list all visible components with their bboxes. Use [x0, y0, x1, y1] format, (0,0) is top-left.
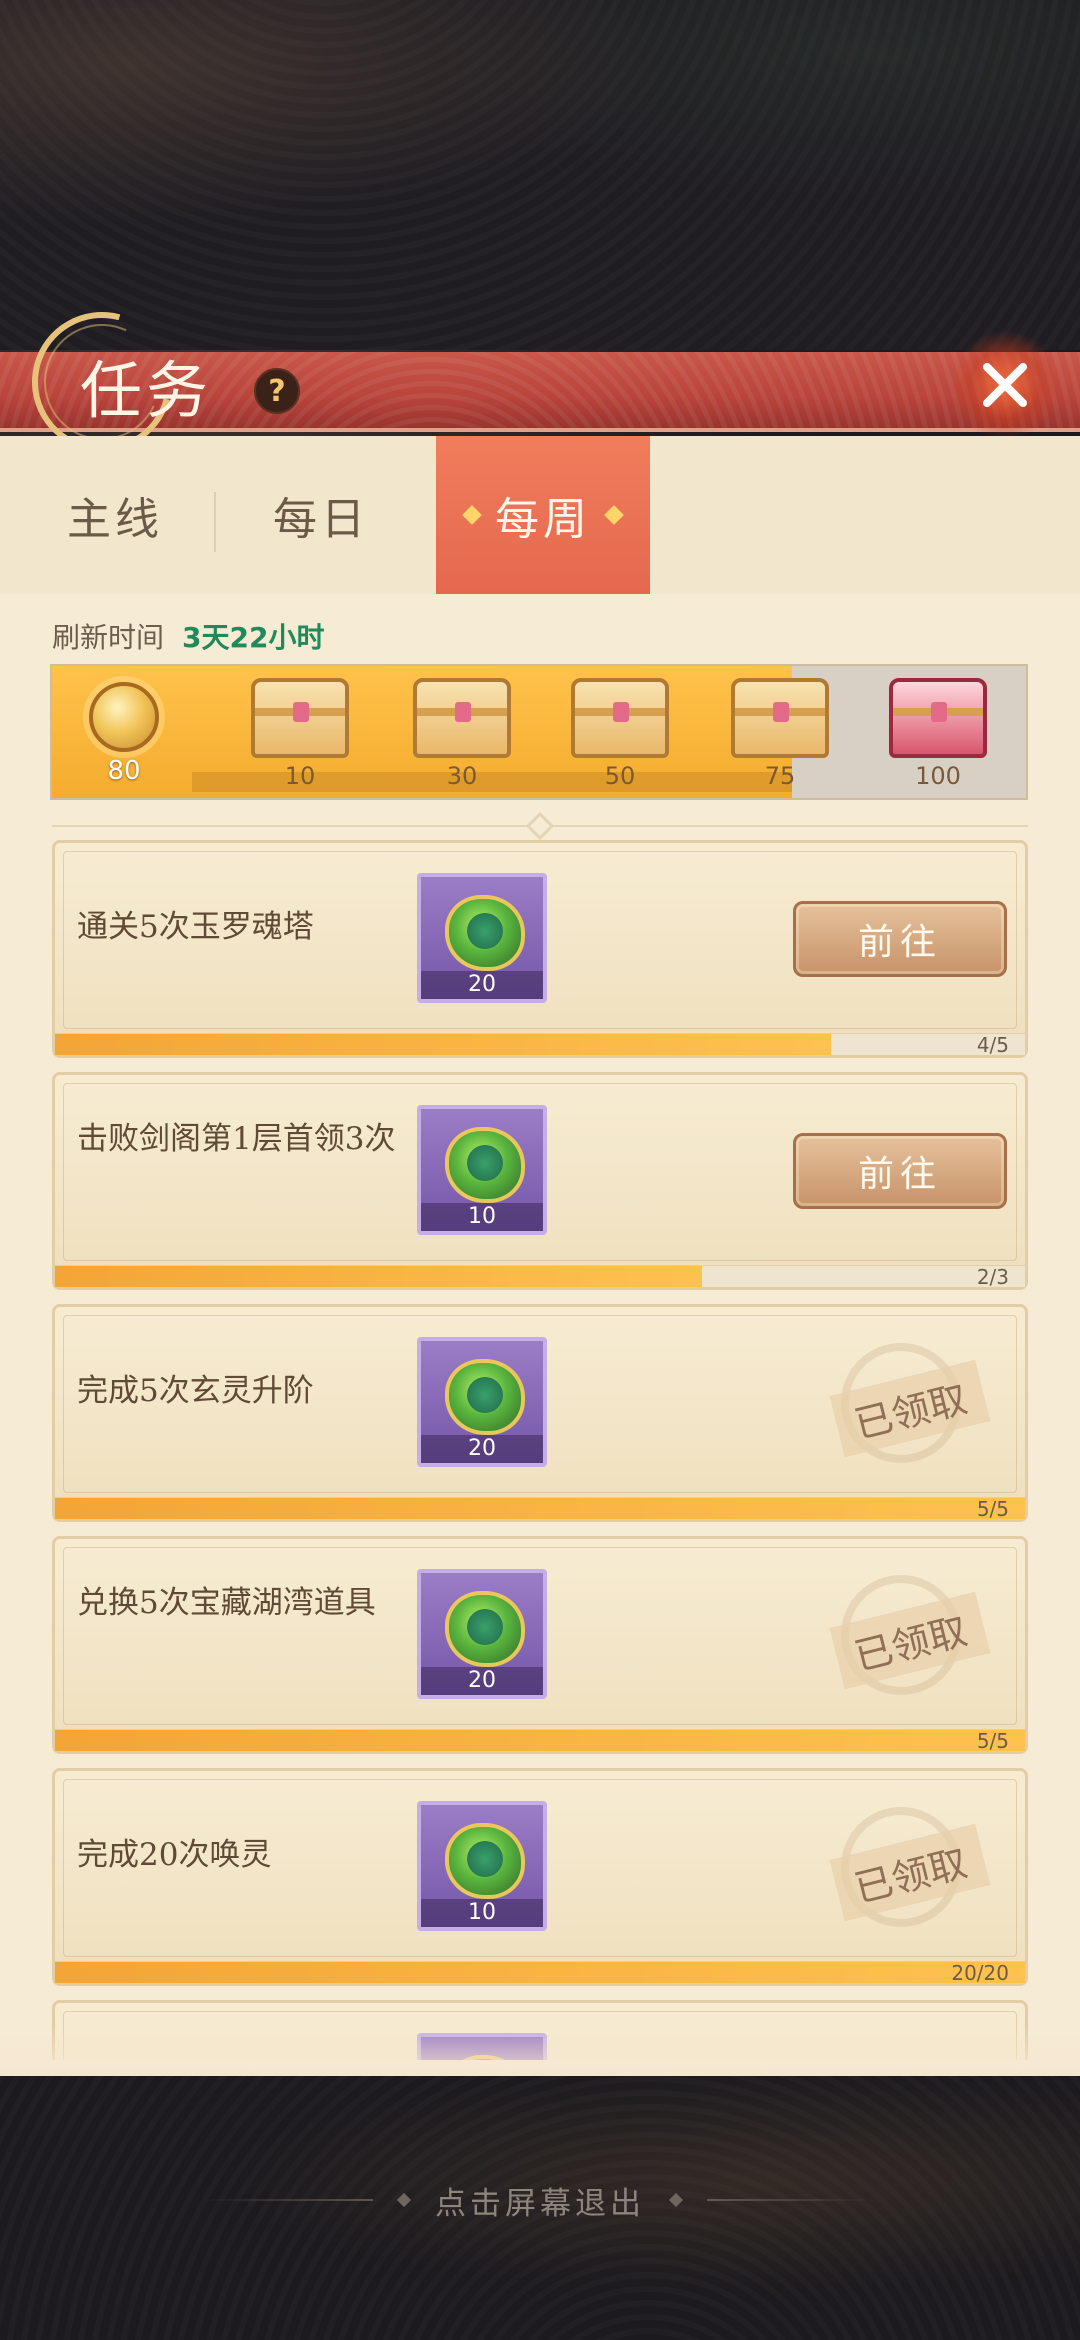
reward-count: 20: [468, 1668, 496, 1693]
task-card: 完成20次唤灵 10 已领取 20/20: [52, 1768, 1028, 1986]
treasure-chest-icon: [251, 678, 349, 758]
close-icon: [983, 363, 1027, 407]
tab-weekly-label: 每周: [495, 494, 591, 545]
tab-bar: 主线 每日 每周: [0, 436, 1080, 594]
panel-fade: [0, 2026, 1080, 2076]
spirit-orb-icon: [445, 1127, 525, 1203]
page-title: 任务: [80, 354, 213, 427]
reward-item[interactable]: 20: [417, 873, 547, 1003]
divider-left: [203, 2199, 373, 2201]
reward-count: 20: [468, 1436, 496, 1461]
task-name: 击败剑阁第1层首领3次: [77, 1121, 396, 1157]
task-progress-text: 4/5: [976, 1033, 1009, 1057]
task-progress-text: 2/3: [976, 1265, 1009, 1289]
tab-divider: [214, 492, 216, 552]
treasure-chest-icon: [889, 678, 987, 758]
refresh-value: 3天22小时: [182, 621, 325, 654]
reward-count: 10: [468, 1204, 496, 1229]
task-progress-text: 5/5: [976, 1729, 1009, 1753]
task-card: 通关5次玉罗魂塔 20 前往 4/5: [52, 840, 1028, 1058]
tab-weekly[interactable]: 每周: [436, 436, 650, 594]
task-card: 完成5次玄灵升阶 20 已领取 5/5: [52, 1304, 1028, 1522]
diamond-icon: [604, 505, 624, 525]
chest-milestone[interactable]: 75: [720, 672, 840, 796]
go-button[interactable]: 前往: [793, 901, 1007, 977]
treasure-chest-icon: [413, 678, 511, 758]
reward-item[interactable]: 20: [417, 1337, 547, 1467]
task-list[interactable]: 通关5次玉罗魂塔 20 前往 4/5 击败剑阁第1层首领3次 10 前往 2/3…: [52, 840, 1028, 2060]
diamond-icon: [396, 2192, 412, 2208]
reward-count: 10: [468, 1900, 496, 1925]
task-progress-text: 5/5: [976, 1497, 1009, 1521]
treasure-chest-icon: [731, 678, 829, 758]
section-divider: [52, 811, 1028, 841]
chest-milestone[interactable]: 50: [560, 672, 680, 796]
reward-count: 20: [468, 972, 496, 997]
task-progress-bar: 4/5: [55, 1033, 1025, 1057]
diamond-icon: [462, 505, 482, 525]
tab-main[interactable]: 主线: [20, 436, 210, 594]
spirit-orb-icon: [445, 895, 525, 971]
task-progress-bar: 20/20: [55, 1961, 1025, 1985]
reward-item[interactable]: 10: [417, 1105, 547, 1235]
chest-milestone-value: 50: [604, 762, 636, 790]
task-progress-bar: 5/5: [55, 1729, 1025, 1753]
close-button[interactable]: [950, 330, 1060, 440]
task-progress-fill: [55, 1730, 1025, 1751]
task-progress-bar: 2/3: [55, 1265, 1025, 1289]
chest-milestone[interactable]: 30: [402, 672, 522, 796]
reward-item[interactable]: 10: [417, 1801, 547, 1931]
go-button[interactable]: 前往: [793, 1133, 1007, 1209]
task-name: 完成20次唤灵: [77, 1837, 272, 1873]
help-button[interactable]: ?: [254, 368, 300, 414]
task-name: 兑换5次宝藏湖湾道具: [77, 1585, 376, 1621]
diamond-icon: [668, 2192, 684, 2208]
refresh-timer: 刷新时间 3天22小时: [52, 616, 324, 656]
points-value: 80: [107, 756, 141, 786]
task-progress-fill: [55, 1498, 1025, 1519]
tab-main-label: 主线: [67, 494, 163, 545]
chest-milestone-value: 10: [284, 762, 316, 790]
task-name: 通关5次玉罗魂塔: [77, 909, 314, 945]
spirit-orb-icon: [445, 1359, 525, 1435]
coin-icon: [89, 682, 159, 752]
refresh-label: 刷新时间: [52, 621, 165, 654]
exit-hint-text: 点击屏幕退出: [435, 2185, 645, 2222]
chest-milestone[interactable]: 10: [240, 672, 360, 796]
chest-milestone-final[interactable]: 100: [878, 672, 998, 796]
tab-daily-label: 每日: [273, 494, 369, 545]
tab-daily[interactable]: 每日: [226, 436, 416, 594]
task-card: 兑换5次宝藏湖湾道具 20 已领取 5/5: [52, 1536, 1028, 1754]
task-card: 击败剑阁第1层首领3次 10 前往 2/3: [52, 1072, 1028, 1290]
chest-milestone-value: 100: [915, 762, 961, 790]
exit-hint[interactable]: 点击屏幕退出: [0, 2180, 1080, 2222]
reward-track: 80 10 30 50 75 100: [50, 664, 1028, 800]
task-progress-fill: [55, 1962, 1025, 1983]
chest-milestone-value: 75: [764, 762, 796, 790]
reward-item[interactable]: 20: [417, 1569, 547, 1699]
spirit-orb-icon: [445, 1591, 525, 1667]
task-progress-fill: [55, 1266, 702, 1287]
task-progress-bar: 5/5: [55, 1497, 1025, 1521]
divider-right: [707, 2199, 877, 2201]
task-progress-text: 20/20: [951, 1961, 1009, 1985]
treasure-chest-icon: [571, 678, 669, 758]
task-name: 完成5次玄灵升阶: [77, 1373, 314, 1409]
task-panel: 主线 每日 每周 刷新时间 3天22小时 80 10 30 50 75 100 …: [0, 436, 1080, 2076]
top-background[interactable]: [0, 0, 1080, 350]
chest-milestone-value: 30: [446, 762, 478, 790]
points-badge: 80: [60, 674, 188, 792]
spirit-orb-icon: [445, 1823, 525, 1899]
task-progress-fill: [55, 1034, 831, 1055]
